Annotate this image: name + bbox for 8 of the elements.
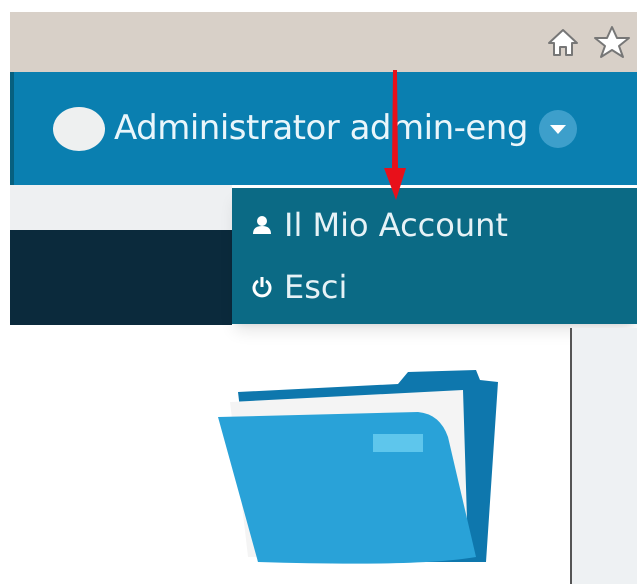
caret-icon <box>538 108 578 148</box>
menu-item[interactable]: Il Mio Account <box>284 201 508 249</box>
star-icon[interactable] <box>593 25 631 59</box>
menu-item[interactable]: Esci <box>284 263 348 311</box>
avatar-icon <box>52 106 106 152</box>
home-icon[interactable] <box>547 27 579 57</box>
power-icon <box>252 276 272 298</box>
user-icon <box>252 215 272 235</box>
